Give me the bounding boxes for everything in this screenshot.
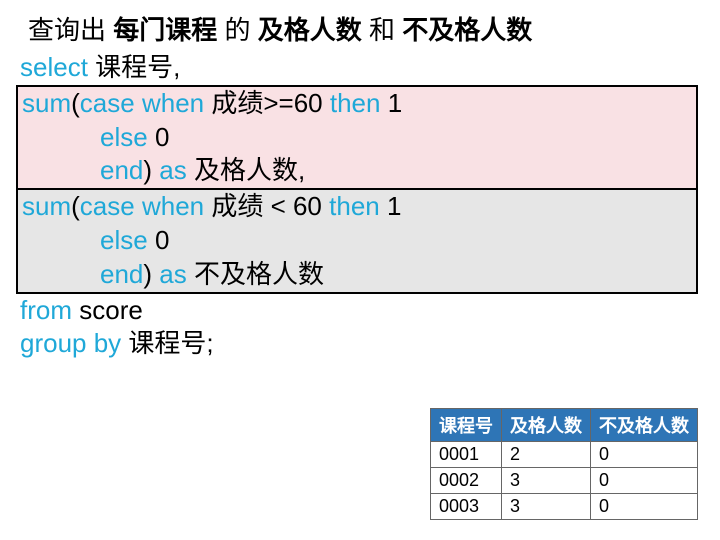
result-table: 课程号 及格人数 不及格人数 0001 2 0 0002 3 0 0003 3 … [430,408,698,520]
sql-code-block: select 课程号, sum(case when 成绩>=60 then 1 … [20,51,720,361]
title-text: 的 [225,15,251,45]
title-bold: 每门课程 [113,15,217,45]
title-bold: 及格人数 [258,15,362,45]
title-bold: 不及格人数 [402,15,532,45]
table-header: 课程号 [431,409,502,442]
code-line: else 0 [22,224,696,258]
title-text: 查询出 [28,15,106,45]
table-header: 不及格人数 [591,409,698,442]
table-row: 0002 3 0 [431,468,698,494]
slide-title: 查询出 每门课程 的 及格人数 和 不及格人数 [0,0,720,51]
code-line: else 0 [22,121,696,155]
table-header: 及格人数 [502,409,591,442]
table-row: 0001 2 0 [431,442,698,468]
code-line: sum(case when 成绩 < 60 then 1 [22,190,696,224]
code-line: from score [20,294,720,328]
code-line: group by 课程号; [20,327,720,361]
code-line: end) as 不及格人数 [22,258,696,292]
code-line: end) as 及格人数, [22,154,696,188]
title-text: 和 [369,15,395,45]
code-line: select 课程号, [20,51,720,85]
highlight-box-fail: sum(case when 成绩 < 60 then 1 else 0 end)… [16,188,698,293]
highlight-box-pass: sum(case when 成绩>=60 then 1 else 0 end) … [16,85,698,190]
code-line: sum(case when 成绩>=60 then 1 [22,87,696,121]
table-header-row: 课程号 及格人数 不及格人数 [431,409,698,442]
table-row: 0003 3 0 [431,494,698,520]
